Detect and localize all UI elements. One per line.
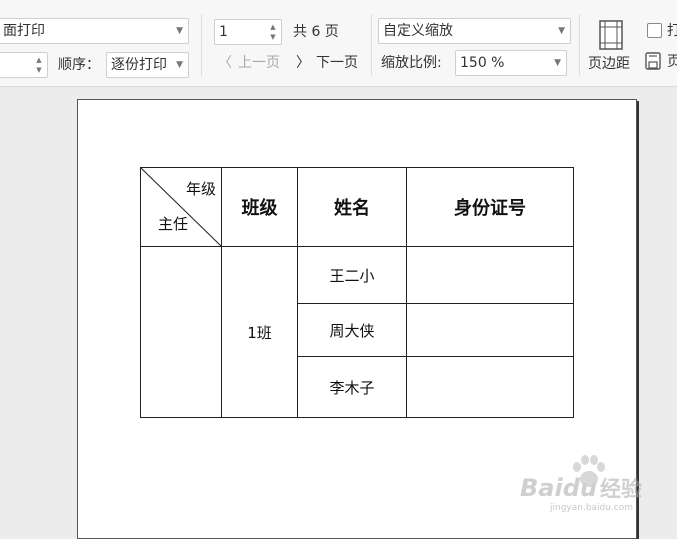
stepper-arrows-icon[interactable]: ▲ ▼	[268, 22, 278, 42]
watermark-url: jingyan.baidu.com	[550, 503, 634, 513]
id-number-cell	[406, 303, 574, 357]
page-margins-icon	[599, 20, 623, 50]
next-page-label: 下一页	[316, 55, 358, 71]
name-cell: 周大侠	[297, 303, 407, 357]
toolbar-divider	[371, 14, 372, 76]
zoom-ratio-value: 150 %	[460, 55, 505, 71]
chevron-down-icon: ▼	[176, 26, 183, 36]
page-number-value: 1	[219, 24, 228, 40]
page-number-input[interactable]: 1 ▲ ▼	[214, 19, 282, 45]
zoom-ratio-select[interactable]: 150 % ▼	[455, 50, 567, 76]
chevron-down-icon: ▼	[176, 60, 183, 70]
option-checkbox-label: 打	[667, 23, 677, 39]
class-cell: 1班	[221, 246, 298, 418]
watermark-brand-text: Baidu	[520, 474, 597, 502]
option-checkbox[interactable]	[647, 23, 662, 38]
zoom-mode-select[interactable]: 自定义缩放 ▼	[378, 18, 571, 44]
margins-button[interactable]: 页边距	[586, 18, 638, 76]
director-cell	[140, 246, 222, 418]
print-mode-select[interactable]: 面打印 ▼	[0, 18, 189, 44]
header-id-number: 身份证号	[406, 167, 574, 247]
next-page-button[interactable]: 〉下一页	[296, 53, 358, 73]
prev-page-label: 上一页	[238, 55, 280, 71]
save-icon[interactable]	[645, 52, 661, 70]
header-name: 姓名	[297, 167, 407, 247]
page-total: 共 6 页	[293, 24, 339, 40]
chevron-right-icon: 〉	[296, 55, 310, 71]
name-cell: 李木子	[297, 356, 407, 418]
table-row: 1班 王二小	[140, 246, 574, 418]
print-preview-toolbar: 面打印 ▼ ▲ ▼ 顺序： 逐份打印 ▼ 1 ▲ ▼ 共 6 页 〈上一页 〉下一页…	[0, 0, 677, 87]
name-cell: 王二小	[297, 246, 407, 304]
chevron-down-icon: ▼	[558, 26, 565, 36]
watermark-brand: Baidu 经验	[520, 473, 642, 503]
diagonal-header-bottom: 主任	[158, 215, 189, 233]
zoom-ratio-label: 缩放比例:	[381, 55, 442, 71]
zoom-mode-value: 自定义缩放	[383, 23, 453, 39]
stepper-arrows-icon: ▲ ▼	[36, 56, 42, 74]
table-header-row: 年级 主任 班级 姓名 身份证号	[140, 167, 574, 247]
header-class: 班级	[221, 167, 298, 247]
order-label: 顺序：	[58, 57, 100, 73]
baidu-jingyan-watermark: Baidu 经验 jingyan.baidu.com	[516, 455, 676, 515]
watermark-suffix-text: 经验	[599, 477, 642, 501]
id-number-cell	[406, 356, 574, 418]
order-value: 逐份打印	[111, 57, 167, 73]
chevron-left-icon: 〈	[218, 55, 232, 71]
id-number-cell	[406, 246, 574, 304]
margins-label: 页边距	[588, 56, 630, 72]
toolbar-divider	[201, 14, 202, 76]
prev-page-button[interactable]: 〈上一页	[218, 53, 280, 73]
chevron-down-icon: ▼	[554, 58, 561, 68]
toolbar-divider	[579, 14, 580, 76]
diagonal-header-top: 年级	[185, 180, 216, 198]
print-mode-value: 面打印	[3, 23, 45, 39]
page-setup-label: 页	[667, 54, 677, 70]
diagonal-header-cell: 年级 主任	[140, 167, 222, 247]
copies-stepper[interactable]: ▲ ▼	[0, 52, 48, 78]
document-table: 年级 主任 班级 姓名 身份证号 1班 王二小 周大侠 李木子	[140, 167, 574, 418]
order-select[interactable]: 逐份打印 ▼	[106, 52, 189, 78]
